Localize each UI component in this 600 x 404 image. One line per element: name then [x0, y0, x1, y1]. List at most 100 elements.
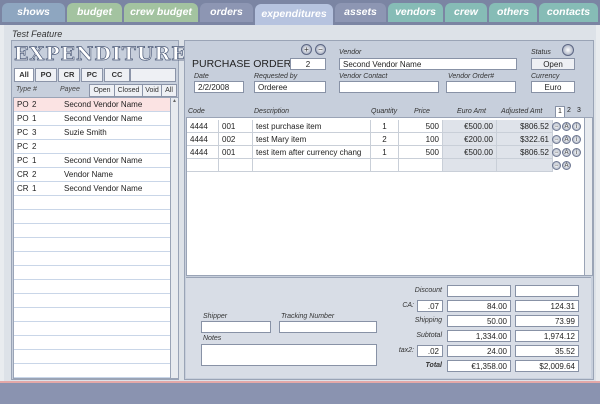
- tab-assets[interactable]: assets: [335, 3, 386, 22]
- subtotal-euro-value: 1,334.00: [447, 330, 511, 342]
- tracking-number-field[interactable]: [279, 321, 377, 333]
- status-check-icon[interactable]: [562, 44, 574, 56]
- feature-title: Test Feature: [12, 29, 63, 39]
- new-item-subcode[interactable]: [219, 159, 253, 172]
- delete-record-icon[interactable]: −: [315, 44, 326, 55]
- list-item[interactable]: PO 2 Second Vendor Name: [14, 98, 170, 112]
- item-adjusted-amt: $806.52: [497, 120, 553, 133]
- tab-crew[interactable]: crew: [445, 3, 487, 22]
- line-items-grid: 4444 001 test purchase item 1 500 €500.0…: [186, 117, 585, 276]
- tab-others[interactable]: others: [489, 3, 537, 22]
- list-item[interactable]: PC 2: [14, 140, 170, 154]
- tab-contacts[interactable]: contacts: [539, 3, 598, 22]
- vendor-contact-field[interactable]: [339, 81, 439, 93]
- tab-budget[interactable]: budget: [67, 3, 122, 22]
- item-subcode[interactable]: 002: [219, 133, 253, 146]
- scroll-up-arrow-icon[interactable]: ▲: [171, 98, 178, 104]
- requested-by-field[interactable]: Orderee: [254, 81, 326, 93]
- document-number-field[interactable]: 2: [290, 58, 326, 70]
- filter-tab-all[interactable]: All: [14, 68, 34, 82]
- tab-orders[interactable]: orders: [200, 3, 253, 22]
- filter-tab-po[interactable]: PO: [35, 68, 57, 82]
- row-add-icon[interactable]: A: [562, 135, 571, 144]
- top-nav-bar: shows budget crew budget orders expendit…: [0, 0, 600, 25]
- ca-rate-field[interactable]: .07: [417, 300, 443, 312]
- item-quantity[interactable]: 1: [371, 146, 399, 159]
- col-header-payee: Payee: [60, 86, 80, 93]
- new-item-code[interactable]: [187, 159, 219, 172]
- row-remove-icon[interactable]: −: [552, 161, 561, 170]
- add-record-icon[interactable]: +: [301, 44, 312, 55]
- tax2-rate-field[interactable]: .02: [417, 345, 443, 357]
- ca-label: CA:: [402, 302, 414, 309]
- page-button-2[interactable]: 2: [565, 106, 573, 116]
- discount-adjusted-field[interactable]: [515, 285, 579, 297]
- list-item-type: PC: [17, 142, 29, 151]
- shipping-euro-field[interactable]: 50.00: [447, 315, 511, 327]
- list-item[interactable]: PC 1 Second Vendor Name: [14, 154, 170, 168]
- row-add-icon[interactable]: A: [562, 161, 571, 170]
- currency-field[interactable]: Euro: [531, 81, 575, 93]
- filter-tab-pc[interactable]: PC: [81, 68, 103, 82]
- new-item-price[interactable]: [399, 159, 443, 172]
- row-add-icon[interactable]: A: [562, 122, 571, 131]
- list-item[interactable]: CR 1 Second Vendor Name: [14, 182, 170, 196]
- row-remove-icon[interactable]: −: [552, 135, 561, 144]
- subtotal-label: Subtotal: [416, 332, 442, 339]
- item-description[interactable]: test purchase item: [253, 120, 371, 133]
- item-subcode[interactable]: 001: [219, 146, 253, 159]
- item-quantity[interactable]: 2: [371, 133, 399, 146]
- new-item-description[interactable]: [253, 159, 371, 172]
- discount-euro-field[interactable]: [447, 285, 511, 297]
- vendor-order-field[interactable]: [446, 81, 516, 93]
- tax2-adjusted-value: 35.52: [515, 345, 579, 357]
- status-filter-open[interactable]: Open: [89, 84, 115, 97]
- list-item-type: PO: [17, 100, 29, 109]
- shipper-field[interactable]: [201, 321, 271, 333]
- list-item-payee: Vendor Name: [64, 170, 113, 179]
- filter-tab-cc[interactable]: CC: [104, 68, 130, 82]
- vendor-field[interactable]: Second Vendor Name: [339, 58, 517, 70]
- vendor-contact-label: Vendor Contact: [339, 73, 388, 80]
- status-field[interactable]: Open: [531, 58, 575, 70]
- date-field[interactable]: 2/2/2008: [194, 81, 244, 93]
- tab-vendors[interactable]: vendors: [388, 3, 443, 22]
- row-info-icon[interactable]: i: [572, 122, 581, 131]
- filter-tab-cr[interactable]: CR: [58, 68, 80, 82]
- tab-shows[interactable]: shows: [2, 3, 65, 22]
- item-code[interactable]: 4444: [187, 120, 219, 133]
- item-price[interactable]: 100: [399, 133, 443, 146]
- list-item[interactable]: PC 3 Suzie Smith: [14, 126, 170, 140]
- list-item[interactable]: CR 2 Vendor Name: [14, 168, 170, 182]
- tab-expenditures[interactable]: expenditures: [255, 4, 333, 25]
- row-add-icon[interactable]: A: [562, 148, 571, 157]
- row-info-icon[interactable]: i: [572, 148, 581, 157]
- list-scrollbar[interactable]: ▲: [170, 97, 179, 379]
- status-filter-all[interactable]: All: [161, 84, 177, 97]
- list-item-payee: Second Vendor Name: [64, 156, 143, 165]
- status-filter-closed[interactable]: Closed: [114, 84, 143, 97]
- row-info-icon[interactable]: i: [572, 135, 581, 144]
- tab-crew-budget[interactable]: crew budget: [124, 3, 198, 22]
- item-quantity[interactable]: 1: [371, 120, 399, 133]
- item-description[interactable]: test Mary item: [253, 133, 371, 146]
- item-code[interactable]: 4444: [187, 146, 219, 159]
- item-code[interactable]: 4444: [187, 133, 219, 146]
- items-scrollbar[interactable]: [584, 117, 593, 276]
- row-remove-icon[interactable]: −: [552, 122, 561, 131]
- list-item-type: PC: [17, 128, 29, 137]
- item-subcode[interactable]: 001: [219, 120, 253, 133]
- new-item-adjusted-amt: [497, 159, 553, 172]
- list-item-number: 3: [32, 128, 37, 137]
- item-description[interactable]: test item after currency chang: [253, 146, 371, 159]
- list-item[interactable]: PO 1 Second Vendor Name: [14, 112, 170, 126]
- item-price[interactable]: 500: [399, 146, 443, 159]
- new-item-quantity[interactable]: [371, 159, 399, 172]
- page-button-3[interactable]: 3: [575, 106, 583, 116]
- row-remove-icon[interactable]: −: [552, 148, 561, 157]
- list-item-payee: Second Vendor Name: [64, 100, 143, 109]
- notes-field[interactable]: [201, 344, 377, 366]
- item-price[interactable]: 500: [399, 120, 443, 133]
- list-item-type: CR: [17, 184, 29, 193]
- status-filter-void[interactable]: Void: [142, 84, 162, 97]
